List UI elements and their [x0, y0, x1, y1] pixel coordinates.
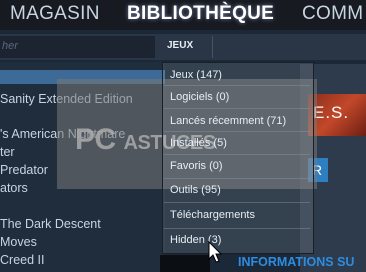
menu-item-installed[interactable]: Installés (5) — [170, 137, 227, 149]
search-input[interactable]: her — [0, 36, 155, 58]
menu-item-logiciels[interactable]: Logiciels (0) — [170, 91, 229, 103]
hero-title: E.S. — [313, 103, 350, 122]
menu-divider — [164, 131, 310, 132]
menu-item-tools[interactable]: Outils (95) — [170, 184, 221, 196]
steam-library-window: MAGASIN BIBLIOTHÈQUE COMM her JEUX Sanit… — [0, 0, 366, 272]
game-item[interactable]: Moves — [0, 235, 37, 249]
menu-divider — [164, 154, 310, 155]
menu-divider — [164, 228, 310, 229]
search-placeholder: her — [2, 40, 18, 52]
game-item[interactable]: Creed II — [0, 253, 44, 267]
filter-dropdown-label[interactable]: JEUX — [167, 40, 193, 51]
menu-divider — [164, 178, 310, 179]
game-item[interactable]: ter — [0, 145, 15, 159]
game-item[interactable]: Predator — [0, 163, 48, 177]
menu-item-favorites[interactable]: Favoris (0) — [170, 160, 223, 172]
menu-item-jeux[interactable]: Jeux (147) — [170, 69, 222, 81]
menu-divider — [164, 202, 310, 203]
bottom-bar — [160, 255, 210, 272]
nav-community[interactable]: COMM — [302, 3, 363, 25]
nav-library[interactable]: BIBLIOTHÈQUE — [127, 3, 274, 25]
game-item[interactable]: ators — [0, 181, 28, 195]
menu-item-downloads[interactable]: Téléchargements — [170, 209, 255, 221]
game-item[interactable]: The Dark Descent — [0, 217, 101, 231]
information-heading: INFORMATIONS SU — [238, 255, 355, 269]
menu-item-recent[interactable]: Lancés récemment (71) — [170, 115, 286, 127]
library-subbar: her JEUX — [0, 34, 366, 60]
menu-divider — [164, 85, 310, 86]
mouse-cursor-icon — [208, 241, 222, 263]
nav-store[interactable]: MAGASIN — [10, 3, 100, 25]
menu-divider — [164, 108, 310, 109]
divider — [212, 36, 213, 58]
top-navigation: MAGASIN BIBLIOTHÈQUE COMM — [0, 0, 366, 30]
